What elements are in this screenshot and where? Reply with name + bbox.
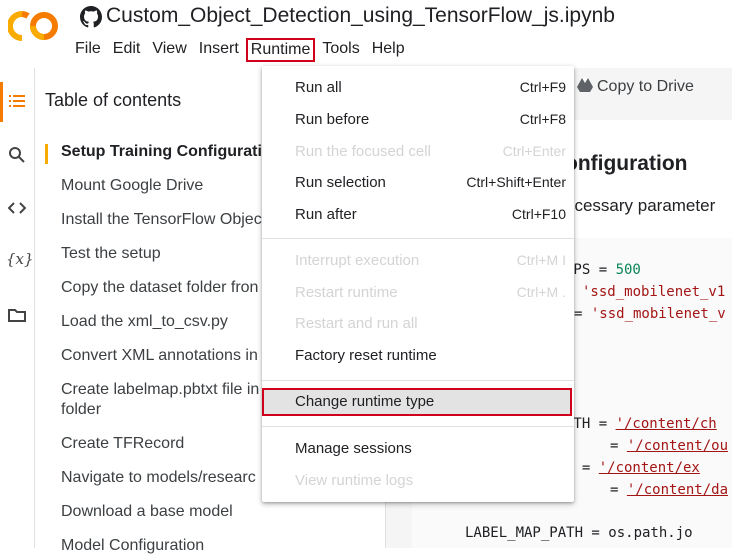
github-icon[interactable] xyxy=(80,6,102,28)
toc-item[interactable]: Mount Google Drive xyxy=(61,176,203,196)
code-line: H = '/content/ex xyxy=(565,460,700,476)
files-icon[interactable] xyxy=(8,306,26,324)
runtime-menu: Run all Ctrl+F9 Run before Ctrl+F8 Run the… xyxy=(262,66,574,502)
cell-heading: onfiguration xyxy=(565,152,688,175)
search-icon[interactable] xyxy=(8,146,26,164)
toc-item[interactable]: Test the setup xyxy=(61,244,161,264)
menu-separator xyxy=(262,426,574,427)
menu-separator xyxy=(262,380,574,381)
notebook-title[interactable]: Custom_Object_Detection_using_TensorFlow… xyxy=(106,4,615,28)
toc-item[interactable]: Setup Training Configuratio xyxy=(61,142,272,162)
rail-active-indicator xyxy=(0,82,3,122)
code-line: = 'ssd_mobilenet_v xyxy=(574,306,726,322)
toc-title: Table of contents xyxy=(45,90,182,110)
toc-active-indicator xyxy=(45,144,48,164)
menu-item-manage-sessions[interactable]: Manage sessions xyxy=(262,435,574,463)
toc-item[interactable]: Create labelmap.pbtxt file in xyxy=(61,380,259,400)
menu-tools[interactable]: Tools xyxy=(317,38,364,62)
toc-item[interactable]: Copy the dataset folder fron xyxy=(61,278,258,298)
copy-to-drive-label: Copy to Drive xyxy=(597,78,694,95)
code-line: EPS = 500 xyxy=(565,262,641,278)
menu-item-factory-reset-runtime[interactable]: Factory reset runtime xyxy=(262,342,574,370)
header-bar: Custom_Object_Detection_using_TensorFlow… xyxy=(0,0,732,68)
menu-help[interactable]: Help xyxy=(367,38,410,62)
toc-item[interactable]: Load the xml_to_csv.py xyxy=(61,312,228,332)
cell-text: ecessary parameter xyxy=(565,196,716,215)
toc-item[interactable]: Install the TensorFlow Objec xyxy=(61,210,262,230)
toc-icon[interactable] xyxy=(8,92,26,110)
colab-logo[interactable] xyxy=(8,8,60,44)
toc-item[interactable]: Download a base model xyxy=(61,502,233,522)
variables-icon[interactable]: {x} xyxy=(6,250,34,268)
toc-item[interactable]: Model Configuration xyxy=(61,536,204,556)
menu-view[interactable]: View xyxy=(147,38,191,62)
copy-to-drive-button[interactable]: Copy to Drive xyxy=(577,78,694,96)
toc-item[interactable]: Navigate to models/researc xyxy=(61,468,256,488)
left-rail: {x} xyxy=(0,68,35,548)
drive-icon xyxy=(577,78,593,92)
menu-runtime[interactable]: Runtime xyxy=(245,38,316,62)
menu-insert[interactable]: Insert xyxy=(194,38,244,62)
code-line: = '/content/da xyxy=(610,482,729,498)
menu-item-run-before[interactable]: Run before Ctrl+F8 xyxy=(262,106,574,134)
menu-item-run-after[interactable]: Run after Ctrl+F10 xyxy=(262,201,574,229)
code-line: 'ssd_mobilenet_v1 xyxy=(582,284,726,300)
menu-item-run-all[interactable]: Run all Ctrl+F9 xyxy=(262,74,574,102)
menu-separator xyxy=(262,238,574,239)
menu-item-view-runtime-logs: View runtime logs xyxy=(295,472,414,489)
menubar: File Edit View Insert Runtime Tools Help xyxy=(70,38,412,62)
code-line: ATH = '/content/ch xyxy=(565,416,717,432)
menu-file[interactable]: File xyxy=(70,38,106,62)
toc-item[interactable]: Convert XML annotations in xyxy=(61,346,258,366)
menu-item-change-runtime-type[interactable]: Change runtime type xyxy=(262,388,572,416)
menu-item-run-selection[interactable]: Run selection Ctrl+Shift+Enter xyxy=(262,169,574,197)
menu-item-restart-and-run-all: Restart and run all xyxy=(295,315,418,332)
code-line: = '/content/ou xyxy=(610,438,729,454)
menu-item-interrupt-execution: Interrupt execution Ctrl+M I xyxy=(295,252,566,269)
menu-edit[interactable]: Edit xyxy=(108,38,146,62)
toc-item-continuation[interactable]: folder xyxy=(61,400,101,420)
menu-item-restart-runtime: Restart runtime Ctrl+M . xyxy=(295,284,566,301)
code-line: LABEL_MAP_PATH = os.path.jo xyxy=(465,525,693,541)
menu-item-run-focused-cell: Run the focused cell Ctrl+Enter xyxy=(295,143,566,160)
code-snippets-icon[interactable] xyxy=(8,199,26,217)
toc-item[interactable]: Create TFRecord xyxy=(61,434,184,454)
